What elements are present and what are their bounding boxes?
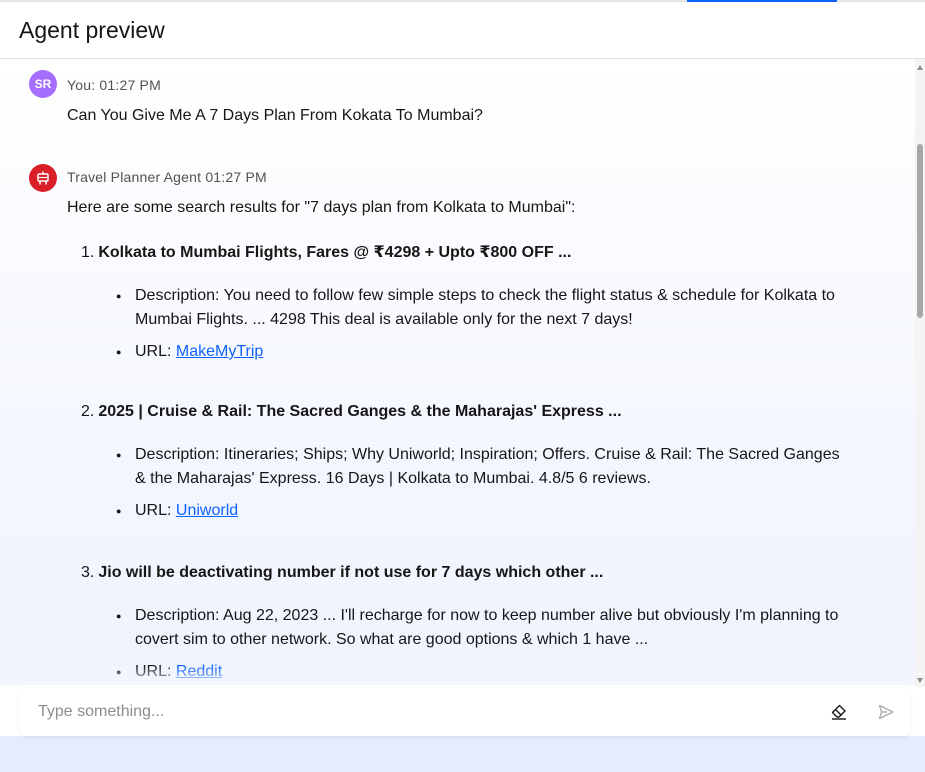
result-title: 2. 2025 | Cruise & Rail: The Sacred Gange… [81, 403, 861, 421]
chat-scrollbar[interactable] [915, 59, 925, 687]
scrollbar-thumb[interactable] [917, 144, 923, 318]
scroll-up-icon[interactable] [917, 65, 923, 70]
clear-button[interactable] [827, 700, 851, 724]
robot-icon [37, 171, 49, 185]
user-message-text: Can You Give Me A 7 Days Plan From Kokat… [67, 107, 483, 124]
eraser-icon [831, 704, 846, 720]
result-link[interactable]: Reddit [176, 663, 222, 680]
send-icon [878, 704, 894, 720]
message-input[interactable] [38, 700, 818, 724]
result-description: Description: Itineraries; Ships; Why Uni… [116, 443, 846, 491]
agent-avatar [29, 164, 57, 192]
user-avatar: SR [29, 70, 57, 98]
result-link[interactable]: MakeMyTrip [176, 343, 263, 360]
search-result: 2. 2025 | Cruise & Rail: The Sacred Gange… [81, 403, 861, 531]
result-title-text: Kolkata to Mumbai Flights, Fares @ ₹4298… [98, 244, 572, 261]
result-url-label: URL: [135, 343, 176, 360]
result-url: URL: Reddit [116, 660, 846, 684]
chat-transcript[interactable]: SR You: 01:27 PM Can You Give Me A 7 Day… [0, 59, 915, 685]
result-number: 3. [81, 564, 95, 581]
result-details: Description: Itineraries; Ships; Why Uni… [116, 443, 846, 523]
result-number: 2. [81, 403, 95, 420]
result-title-text: Jio will be deactivating number if not u… [98, 564, 604, 581]
result-link[interactable]: Uniworld [176, 502, 238, 519]
search-result: 3. Jio will be deactivating number if not… [81, 564, 861, 685]
page-title: Agent preview [19, 17, 165, 43]
result-description: Description: You need to follow few simp… [116, 284, 846, 332]
preview-header: Agent preview [0, 2, 925, 59]
result-url-label: URL: [135, 502, 176, 519]
user-message-meta: You: 01:27 PM [67, 77, 161, 93]
scroll-down-icon[interactable] [917, 678, 923, 683]
send-button[interactable] [874, 700, 898, 724]
result-url-label: URL: [135, 663, 176, 680]
result-title: 3. Jio will be deactivating number if not… [81, 564, 861, 582]
result-title-text: 2025 | Cruise & Rail: The Sacred Ganges … [98, 403, 622, 420]
result-description: Description: Aug 22, 2023 ... I'll recha… [116, 604, 846, 652]
result-title: 1. Kolkata to Mumbai Flights, Fares @ ₹42… [81, 242, 861, 262]
result-url: URL: MakeMyTrip [116, 340, 846, 364]
agent-message-intro: Here are some search results for "7 days… [67, 199, 576, 216]
result-details: Description: Aug 22, 2023 ... I'll recha… [116, 604, 846, 684]
agent-message-meta: Travel Planner Agent 01:27 PM [67, 169, 267, 185]
message-composer [19, 688, 911, 736]
search-result: 1. Kolkata to Mumbai Flights, Fares @ ₹42… [81, 242, 861, 372]
result-details: Description: You need to follow few simp… [116, 284, 846, 364]
result-url: URL: Uniworld [116, 499, 846, 523]
footer-background [0, 736, 925, 772]
result-number: 1. [81, 244, 95, 261]
